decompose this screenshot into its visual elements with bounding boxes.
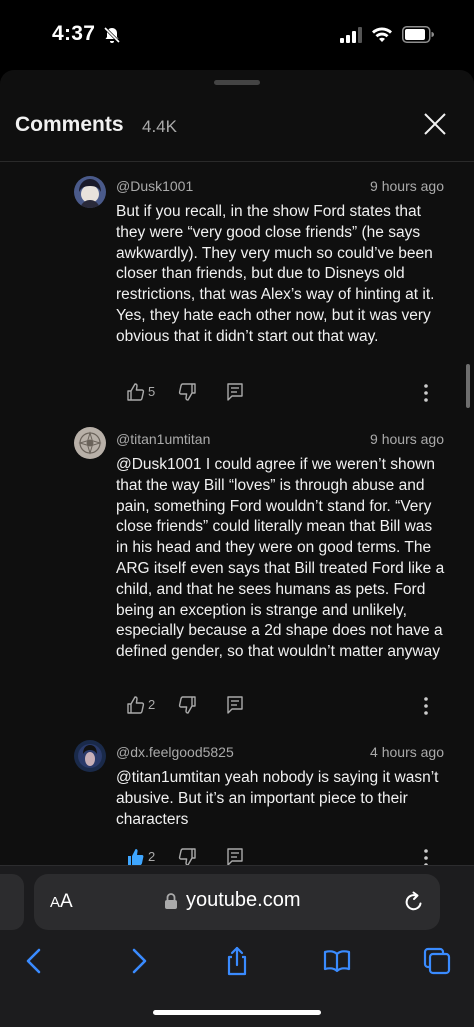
avatar[interactable] — [74, 427, 106, 459]
comment-author[interactable]: @titan1umtitan — [116, 431, 210, 447]
comment-time: 4 hours ago — [370, 744, 444, 760]
share-icon[interactable] — [222, 946, 252, 976]
battery-icon — [402, 26, 434, 43]
comments-sheet: Comments 4.4K @Dusk1001 9 hours ago But … — [0, 70, 474, 865]
dislike-icon[interactable] — [178, 382, 198, 402]
close-icon[interactable] — [419, 108, 451, 140]
dislike-icon[interactable] — [178, 695, 198, 715]
cellular-signal-icon — [340, 27, 362, 43]
reply-icon[interactable] — [225, 695, 245, 715]
address-bar[interactable]: AA youtube.com — [34, 874, 440, 930]
dislike-icon[interactable] — [178, 847, 198, 865]
tabs-icon[interactable] — [422, 946, 452, 976]
comments-count: 4.4K — [142, 117, 177, 136]
comment-actions: 2 — [116, 693, 446, 717]
lock-icon — [165, 893, 177, 909]
comments-title: Comments — [15, 113, 124, 136]
comments-header: Comments 4.4K — [0, 92, 474, 162]
bookmarks-icon[interactable] — [322, 946, 352, 976]
comment-time: 9 hours ago — [370, 431, 444, 447]
forward-icon[interactable] — [123, 946, 153, 976]
like-icon[interactable] — [125, 382, 145, 402]
comment-author[interactable]: @Dusk1001 — [116, 178, 193, 194]
comment-text: But if you recall, in the show Ford stat… — [116, 203, 435, 345]
comment-text: @Dusk1001 I could agree if we weren’t sh… — [116, 456, 445, 661]
reload-icon[interactable] — [402, 890, 426, 914]
comment-author[interactable]: @dx.feelgood5825 — [116, 744, 234, 760]
page-settings-button[interactable]: AA — [50, 891, 73, 913]
comment-actions: 5 — [116, 380, 446, 404]
sheet-grabber[interactable] — [214, 80, 260, 85]
reply-icon[interactable] — [225, 382, 245, 402]
status-bar: 4:37 — [0, 0, 474, 70]
more-options-icon[interactable] — [418, 847, 434, 865]
reply-icon[interactable] — [225, 847, 245, 865]
more-options-icon[interactable] — [418, 382, 434, 404]
home-indicator — [153, 1010, 321, 1015]
status-time: 4:37 — [52, 22, 96, 45]
like-icon[interactable] — [125, 695, 145, 715]
wifi-icon — [372, 27, 392, 42]
comment-text: @titan1umtitan yeah nobody is saying it … — [116, 769, 439, 828]
bell-off-icon — [103, 26, 121, 44]
like-icon-active[interactable] — [125, 847, 145, 865]
comment-time: 9 hours ago — [370, 178, 444, 194]
avatar[interactable] — [74, 176, 106, 208]
like-count: 2 — [148, 697, 156, 712]
previous-tab-preview[interactable] — [0, 874, 24, 930]
comment-actions: 2 — [116, 845, 446, 865]
more-options-icon[interactable] — [418, 695, 434, 717]
scrollbar[interactable] — [466, 364, 470, 408]
like-count: 5 — [148, 384, 156, 399]
browser-bottom-bar: AA youtube.com — [0, 865, 474, 1027]
like-count: 2 — [148, 849, 156, 864]
back-icon[interactable] — [20, 946, 50, 976]
url-text: youtube.com — [186, 889, 301, 911]
avatar[interactable] — [74, 740, 106, 772]
